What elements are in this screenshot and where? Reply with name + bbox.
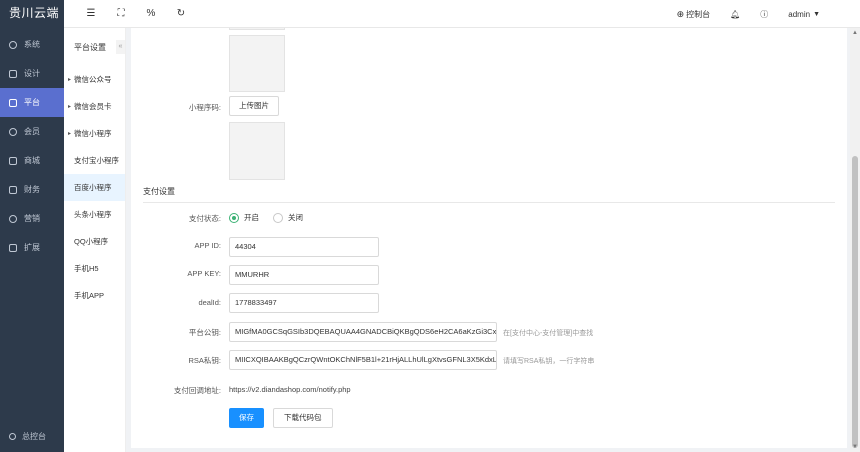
- platform-pubkey-label: 平台公钥:: [188, 328, 221, 337]
- gear-icon: [9, 40, 17, 49]
- subnav-item-wechat-official[interactable]: 微信公众号: [64, 66, 125, 93]
- subnav-item-qq-mini[interactable]: QQ小程序: [64, 228, 125, 255]
- sidebar-item-label: 平台: [24, 98, 40, 107]
- download-code-button[interactable]: 下载代码包: [273, 408, 333, 428]
- image-preview: [229, 122, 285, 180]
- sidebar-item-label: 财务: [24, 185, 40, 194]
- subnav-item-wechat-card[interactable]: 微信会员卡: [64, 93, 125, 120]
- sidebar-item-marketing[interactable]: 营销: [0, 204, 64, 233]
- header-right: ⊕ 控制台 🔔︎ ⓘ admin ▼: [667, 0, 830, 28]
- subnav-title: 平台设置 «: [64, 28, 125, 66]
- sidebar-item-label: 系统: [24, 40, 40, 49]
- scroll-down-icon[interactable]: ▼: [850, 444, 860, 450]
- platform-pubkey-hint: 在[支付中心-支付管理]中查找: [503, 330, 594, 337]
- divider: [143, 202, 835, 203]
- image-preview: [229, 35, 285, 92]
- menu-toggle-icon[interactable]: ☰: [76, 8, 106, 19]
- save-button[interactable]: 保存: [229, 408, 264, 428]
- upload-image-button[interactable]: 上传图片: [229, 96, 279, 116]
- rsa-key-hint: 请填写RSA私钥，一行字符串: [503, 358, 595, 365]
- subnav-item-h5[interactable]: 手机H5: [64, 255, 125, 282]
- store-icon: [9, 156, 17, 165]
- collapse-icon[interactable]: «: [116, 40, 125, 54]
- radio-dot: [229, 212, 239, 223]
- platform-icon: [9, 98, 17, 107]
- finance-icon: [9, 185, 17, 194]
- marketing-icon: [9, 214, 17, 223]
- subnav-title-text: 平台设置: [74, 42, 106, 52]
- scroll-up-icon[interactable]: ▲: [850, 30, 860, 36]
- help-icon[interactable]: ⓘ: [750, 9, 778, 20]
- sidebar-item-member[interactable]: 会员: [0, 117, 64, 146]
- subnav-item-alipay-mini[interactable]: 支付宝小程序: [64, 147, 125, 174]
- app-key-label: APP KEY:: [187, 269, 221, 278]
- extend-icon: [9, 243, 17, 252]
- sidebar-item-console[interactable]: 总控台: [0, 428, 64, 444]
- subnav-item-toutiao-mini[interactable]: 头条小程序: [64, 201, 125, 228]
- pay-status-on-radio[interactable]: 开启: [229, 212, 259, 223]
- subnav-item-baidu-mini[interactable]: 百度小程序: [64, 174, 125, 201]
- bell-icon[interactable]: 🔔︎: [720, 10, 750, 19]
- chevron-down-icon: ▼: [813, 10, 820, 18]
- user-icon: [9, 127, 17, 136]
- top-header: ☰ ⛶ % ↻ ⊕ 控制台 🔔︎ ⓘ admin ▼: [64, 0, 860, 28]
- sidebar-footer-label: 总控台: [22, 431, 46, 441]
- settings-icon: [9, 432, 16, 440]
- sidebar-item-label: 扩展: [24, 243, 40, 252]
- miniprogram-code-label: 小程序码:: [188, 103, 221, 112]
- pay-status-off-radio[interactable]: 关闭: [273, 212, 303, 223]
- radio-dot: [273, 212, 283, 223]
- brand-logo: 贵川云端: [9, 6, 60, 20]
- sidebar-item-label: 营销: [24, 214, 40, 223]
- pay-status-label: 支付状态:: [188, 214, 221, 223]
- fullscreen-icon[interactable]: ⛶: [106, 8, 136, 19]
- subnav-item-wechat-mini[interactable]: 微信小程序: [64, 120, 125, 147]
- callback-url-value: https://v2.diandashop.com/notify.php: [229, 385, 351, 394]
- rsa-key-field[interactable]: MIICXQIBAAKBgQCzrQWntOKChNlF5B1l+21rHjAL…: [229, 350, 497, 370]
- sidebar-item-extend[interactable]: 扩展: [0, 233, 64, 262]
- sidebar-item-label: 商城: [24, 156, 40, 165]
- image-preview: [229, 28, 285, 30]
- sidebar-item-label: 设计: [24, 69, 40, 78]
- scrollbar-thumb[interactable]: [852, 156, 858, 448]
- sidebar-item-system[interactable]: 系统: [0, 30, 64, 59]
- sidebar-item-store[interactable]: 商城: [0, 146, 64, 175]
- content-scrollbar[interactable]: ▲ ▼: [850, 28, 860, 452]
- console-link[interactable]: ⊕ 控制台: [667, 9, 721, 20]
- sidebar-item-platform[interactable]: 平台: [0, 88, 64, 117]
- deal-id-field[interactable]: 1778833497: [229, 293, 379, 313]
- console-label: 控制台: [686, 9, 711, 19]
- subnav-item-app[interactable]: 手机APP: [64, 282, 125, 309]
- radio-label: 关闭: [288, 213, 303, 222]
- callback-url-label: 支付回调地址:: [173, 386, 221, 395]
- deal-id-label: dealId:: [198, 298, 221, 307]
- user-name: admin: [788, 9, 811, 19]
- platform-pubkey-field[interactable]: MIGfMA0GCSqGSIb3DQEBAQUAA4GNADCBiQKBgQDS…: [229, 322, 497, 342]
- sub-sidebar: 平台设置 « 微信公众号 微信会员卡 微信小程序 支付宝小程序 百度小程序 头条…: [64, 28, 126, 452]
- globe-icon: ⊕: [676, 8, 685, 19]
- main-nav: 系统 设计 平台 会员 商城 财务 营销 扩展: [0, 30, 64, 262]
- sidebar-item-finance[interactable]: 财务: [0, 175, 64, 204]
- sidebar-item-design[interactable]: 设计: [0, 59, 64, 88]
- app-id-label: APP ID:: [194, 241, 221, 250]
- user-menu[interactable]: admin ▼: [778, 10, 830, 19]
- app-id-field[interactable]: 44304: [229, 237, 379, 257]
- section-title: 支付设置: [143, 187, 175, 196]
- refresh-icon[interactable]: ↻: [166, 8, 196, 19]
- link-icon[interactable]: %: [136, 8, 166, 19]
- main-sidebar: 贵川云端 系统 设计 平台 会员 商城 财务 营销 扩展 总控台: [0, 0, 64, 452]
- radio-label: 开启: [244, 213, 259, 222]
- design-icon: [9, 69, 17, 78]
- sidebar-item-label: 会员: [24, 127, 40, 136]
- main-content: 小程序码: 上传图片 支付设置 支付状态: 开启 关闭 APP ID: 4430…: [131, 28, 847, 448]
- app-key-field[interactable]: MMURHR: [229, 265, 379, 285]
- rsa-key-label: RSA私钥:: [188, 356, 221, 365]
